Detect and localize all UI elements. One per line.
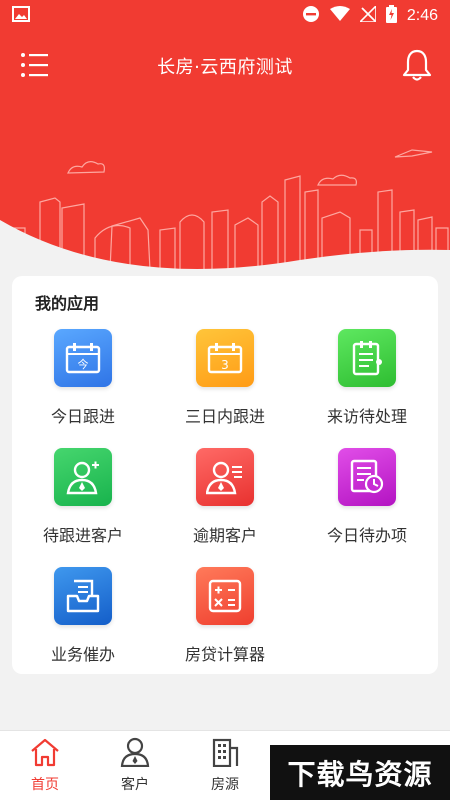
- nav-label-customers: 客户: [121, 777, 149, 793]
- app-label: 待跟进客户: [42, 526, 123, 545]
- status-time: 2:46: [406, 7, 438, 24]
- app-label: 业务催办: [50, 645, 115, 664]
- customer-pending-icon: [54, 448, 112, 506]
- my-apps-card: 我的应用 今 今日跟进 3 三日内跟进 来访待处理 待跟进客户 逾期客户 今日待…: [12, 276, 438, 674]
- nav-properties[interactable]: 房源: [180, 737, 270, 797]
- gallery-notification-icon: [12, 6, 30, 26]
- status-bar: 2:46: [0, 0, 450, 32]
- apps-section-title: 我的应用: [35, 294, 100, 313]
- app-label: 三日内跟进: [184, 407, 265, 426]
- wifi-icon: [329, 6, 350, 26]
- clipboard-list-icon: [338, 329, 396, 387]
- app-label: 今日待办项: [326, 526, 407, 545]
- no-signal-icon: [357, 4, 377, 26]
- calendar-three-days-icon-text: 3: [221, 358, 229, 372]
- battery-charging-icon: [385, 5, 397, 27]
- calendar-three-days-icon: 3: [196, 329, 254, 387]
- person-icon: [119, 737, 151, 771]
- calculator-icon: [196, 567, 254, 625]
- inbox-tray-icon: [54, 567, 112, 625]
- customer-overdue-icon: [196, 448, 254, 506]
- app-label: 房贷计算器: [184, 645, 265, 664]
- calendar-today-icon-text: 今: [78, 357, 89, 371]
- app-overdue-customers[interactable]: 逾期客户: [154, 448, 296, 568]
- app-label: 逾期客户: [192, 526, 257, 545]
- watermark: 下载鸟资源: [270, 745, 450, 800]
- page-title: 长房·云西府测试: [157, 57, 293, 78]
- todo-clock-icon: [338, 448, 396, 506]
- menu-button[interactable]: [20, 52, 50, 80]
- nav-label-home: 首页: [31, 777, 59, 793]
- banner-skyline: [0, 100, 450, 275]
- do-not-disturb-icon: [302, 5, 320, 27]
- menu-list-icon: [20, 53, 50, 84]
- app-visit-pending[interactable]: 来访待处理: [296, 329, 438, 449]
- nav-home[interactable]: 首页: [0, 737, 90, 797]
- nav-customers[interactable]: 客户: [90, 737, 180, 797]
- app-label: 来访待处理: [326, 407, 407, 426]
- app-today-todo[interactable]: 今日待办项: [296, 448, 438, 568]
- app-business-reminder[interactable]: 业务催办: [12, 567, 154, 687]
- home-icon: [29, 737, 61, 771]
- building-icon: [209, 737, 241, 771]
- calendar-today-icon: 今: [54, 329, 112, 387]
- notification-button[interactable]: [402, 48, 432, 82]
- bell-icon: [402, 49, 432, 86]
- app-today-followup[interactable]: 今 今日跟进: [12, 329, 154, 449]
- app-three-day-followup[interactable]: 3 三日内跟进: [154, 329, 296, 449]
- app-label: 今日跟进: [50, 407, 115, 426]
- app-header: 长房·云西府测试: [0, 32, 450, 100]
- app-mortgage-calculator[interactable]: 房贷计算器: [154, 567, 296, 687]
- app-pending-customers[interactable]: 待跟进客户: [12, 448, 154, 568]
- nav-label-properties: 房源: [211, 777, 239, 793]
